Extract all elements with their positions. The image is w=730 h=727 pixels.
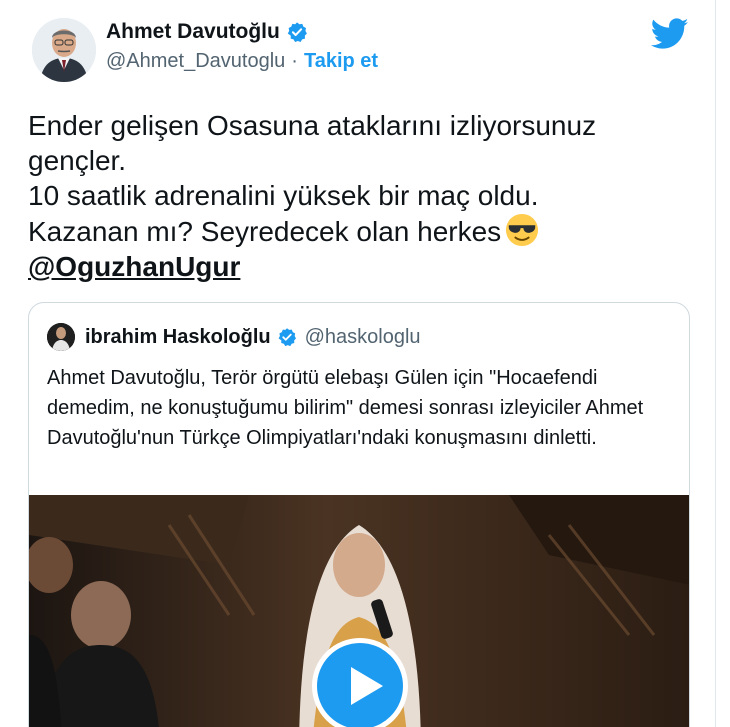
verified-badge-icon bbox=[286, 21, 308, 43]
play-icon bbox=[351, 667, 383, 705]
play-button[interactable] bbox=[312, 638, 408, 727]
tweet-line-with-emoji: Kazanan mı? Seyredecek olan herkes bbox=[28, 213, 688, 249]
mention-link[interactable]: @OguzhanUgur bbox=[28, 249, 240, 284]
twitter-bird-icon[interactable] bbox=[650, 18, 689, 50]
quoted-avatar[interactable] bbox=[47, 323, 75, 351]
tweet-line: Kazanan mı? Seyredecek olan herkes bbox=[28, 216, 502, 247]
author-display-name[interactable]: Ahmet Davutoğlu bbox=[106, 20, 280, 44]
quoted-handle[interactable]: @haskologlu bbox=[305, 326, 421, 349]
quoted-text: Ahmet Davutoğlu, Terör örgütü elebaşı Gü… bbox=[47, 367, 644, 449]
tweet-line: gençler. bbox=[28, 145, 127, 176]
quoted-tweet[interactable]: ibrahim Haskoloğlu @haskologlu Ahmet Dav… bbox=[28, 302, 690, 727]
tweet-header: Ahmet Davutoğlu @Ahmet_Davutoglu · Takip… bbox=[30, 16, 691, 86]
tweet-body: Ender gelişen Osasuna ataklarını izliyor… bbox=[28, 108, 688, 284]
author-handle[interactable]: @Ahmet_Davutoglu bbox=[106, 50, 285, 73]
author-avatar[interactable] bbox=[32, 18, 96, 82]
follow-button[interactable]: Takip et bbox=[304, 50, 378, 73]
author-names: Ahmet Davutoğlu @Ahmet_Davutoglu · Takip… bbox=[106, 20, 378, 73]
tweet-line: Ender gelişen Osasuna ataklarını izliyor… bbox=[28, 110, 597, 141]
sunglasses-emoji-icon bbox=[505, 213, 539, 247]
verified-badge-icon bbox=[277, 327, 297, 347]
tweet-line: 10 saatlik adrenalini yüksek bir maç old… bbox=[28, 180, 539, 211]
handle-row: @Ahmet_Davutoglu · Takip et bbox=[106, 50, 378, 73]
display-name-row: Ahmet Davutoğlu bbox=[106, 20, 378, 44]
separator-dot: · bbox=[291, 50, 298, 72]
tweet-card: Ahmet Davutoğlu @Ahmet_Davutoglu · Takip… bbox=[0, 0, 716, 727]
video-thumbnail[interactable] bbox=[29, 495, 689, 727]
quoted-display-name[interactable]: ibrahim Haskoloğlu bbox=[85, 326, 271, 349]
quoted-header: ibrahim Haskoloğlu @haskologlu bbox=[47, 323, 421, 351]
